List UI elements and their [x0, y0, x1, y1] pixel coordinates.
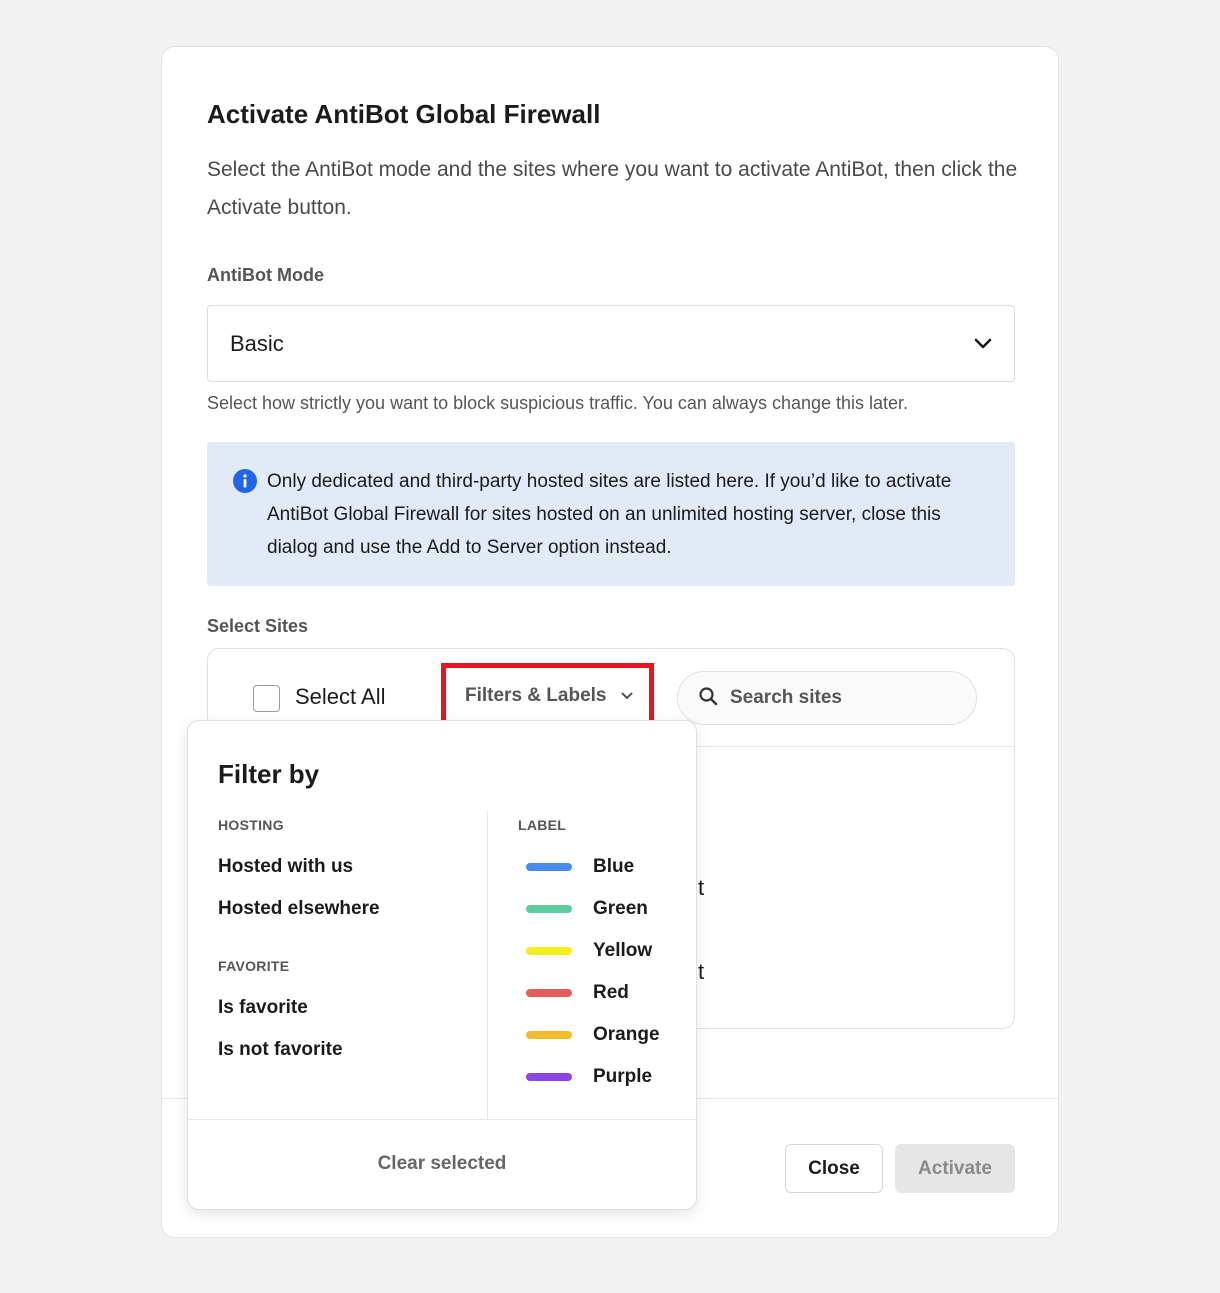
label-name: Green [593, 898, 648, 919]
select-all-label[interactable]: Select All [295, 684, 386, 710]
activate-button[interactable]: Activate [895, 1144, 1015, 1193]
label-swatch [526, 1031, 572, 1039]
label-option-green[interactable]: Green [526, 898, 648, 920]
chevron-down-icon [621, 687, 633, 705]
select-all-checkbox[interactable] [253, 685, 280, 712]
antibot-mode-select[interactable]: Basic [207, 305, 1015, 382]
info-notice: Only dedicated and third-party hosted si… [207, 442, 1015, 586]
clear-selected-button[interactable]: Clear selected [188, 1153, 696, 1175]
favorite-heading: FAVORITE [218, 958, 290, 974]
label-swatch [526, 1073, 572, 1081]
site-name-partial: t [698, 959, 705, 984]
label-option-red[interactable]: Red [526, 982, 629, 1004]
site-name-partial: t [698, 875, 705, 900]
filter-hosted-with-us[interactable]: Hosted with us [218, 856, 353, 878]
info-icon [233, 469, 257, 493]
label-name: Blue [593, 856, 635, 877]
label-option-yellow[interactable]: Yellow [526, 940, 652, 962]
search-sites-input[interactable] [730, 687, 950, 709]
filters-labels-button[interactable]: Filters & Labels [465, 685, 633, 707]
label-name: Red [593, 982, 629, 1003]
label-heading: LABEL [518, 817, 567, 833]
label-option-purple[interactable]: Purple [526, 1066, 652, 1088]
antibot-mode-hint: Select how strictly you want to block su… [207, 393, 909, 413]
filter-is-favorite[interactable]: Is favorite [218, 997, 308, 1019]
antibot-mode-label: AntiBot Mode [207, 265, 324, 285]
dropdown-footer-divider [188, 1119, 696, 1120]
filters-labels-text: Filters & Labels [465, 685, 607, 706]
dialog-title: Activate AntiBot Global Firewall [207, 99, 601, 129]
label-name: Purple [593, 1066, 653, 1087]
hosting-heading: HOSTING [218, 817, 284, 833]
filter-dropdown-title: Filter by [218, 759, 320, 789]
search-icon [698, 686, 718, 711]
filter-hosted-elsewhere[interactable]: Hosted elsewhere [218, 898, 380, 920]
close-button[interactable]: Close [785, 1144, 883, 1193]
filter-is-not-favorite[interactable]: Is not favorite [218, 1039, 343, 1061]
dropdown-column-divider [487, 811, 488, 1120]
chevron-down-icon [974, 335, 992, 353]
label-swatch [526, 947, 572, 955]
label-swatch [526, 905, 572, 913]
antibot-mode-value: Basic [230, 330, 284, 356]
select-sites-label: Select Sites [207, 616, 309, 636]
label-name: Yellow [593, 940, 653, 961]
filter-dropdown: Filter by HOSTING Hosted with us Hosted … [187, 720, 697, 1210]
dialog-description: Select the AntiBot mode and the sites wh… [207, 158, 1018, 219]
label-option-blue[interactable]: Blue [526, 856, 634, 878]
label-swatch [526, 989, 572, 997]
label-swatch [526, 863, 572, 871]
info-text: Only dedicated and third-party hosted si… [267, 471, 952, 558]
search-sites-field[interactable] [677, 671, 977, 725]
label-option-orange[interactable]: Orange [526, 1024, 660, 1046]
label-name: Orange [593, 1024, 660, 1045]
